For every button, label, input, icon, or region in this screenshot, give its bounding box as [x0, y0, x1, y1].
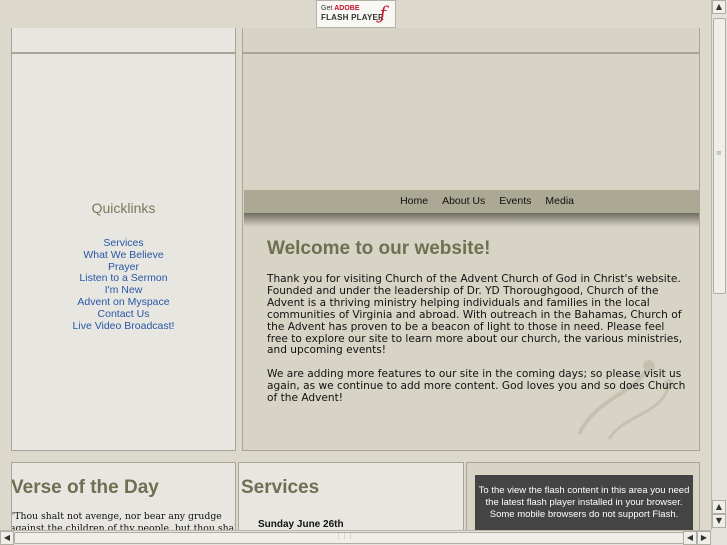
- vertical-scroll-thumb[interactable]: ≡: [713, 18, 726, 294]
- horizontal-scrollbar[interactable]: ◀ ⋮⋮⋮ ◀ ▶: [0, 530, 711, 545]
- scroll-left-icon[interactable]: ◀: [0, 531, 14, 545]
- welcome-title: Welcome to our website!: [267, 238, 491, 259]
- quicklink-myspace[interactable]: Advent on Myspace: [77, 296, 169, 308]
- badge-get-text: Get: [321, 5, 333, 12]
- services-date: Sunday June 26th: [258, 519, 344, 530]
- verse-line: "Thou shalt not avenge, nor bear any gru…: [11, 511, 222, 522]
- scroll-left-small-icon[interactable]: ◀: [683, 531, 697, 545]
- flash-logo-icon: ƒ: [379, 3, 387, 24]
- nav-menu: Home About Us Events Media: [400, 195, 574, 207]
- nav-events[interactable]: Events: [499, 195, 531, 207]
- main-content-panel: Home About Us Events Media Welcome to ou…: [242, 53, 700, 451]
- quicklink-prayer[interactable]: Prayer: [108, 261, 139, 273]
- quicklink-listen-sermon[interactable]: Listen to a Sermon: [79, 272, 167, 284]
- grip-icon: ≡: [716, 149, 722, 157]
- scroll-up-small-icon[interactable]: ▲: [712, 500, 726, 514]
- badge-adobe-text: ADOBE: [334, 5, 360, 12]
- nav-home[interactable]: Home: [400, 195, 428, 207]
- navbar-shadow: [244, 213, 699, 227]
- nav-media[interactable]: Media: [545, 195, 574, 207]
- welcome-paragraph: We are adding more features to our site …: [267, 368, 686, 405]
- quicklink-live-video[interactable]: Live Video Broadcast!: [73, 320, 175, 332]
- quicklinks-list: Services What We Believe Prayer Listen t…: [12, 237, 235, 332]
- quicklink-what-we-believe[interactable]: What We Believe: [83, 249, 163, 261]
- header-left-strip: [11, 28, 236, 53]
- services-title: Services: [241, 477, 320, 498]
- main-navbar: Home About Us Events Media: [244, 190, 699, 213]
- quicklinks-panel: Quicklinks Services What We Believe Pray…: [11, 53, 236, 451]
- scroll-right-icon[interactable]: ▶: [697, 531, 711, 545]
- quicklink-services[interactable]: Services: [103, 237, 143, 249]
- get-flash-player-badge[interactable]: Get ADOBE FLASH PLAYER ƒ: [316, 0, 396, 28]
- scroll-up-icon[interactable]: ▲: [712, 0, 726, 14]
- quicklinks-title: Quicklinks: [91, 200, 156, 216]
- horizontal-scroll-thumb[interactable]: ⋮⋮⋮: [14, 532, 684, 544]
- scrollbar-corner: [711, 530, 727, 545]
- quicklink-contact-us[interactable]: Contact Us: [98, 308, 150, 320]
- welcome-body: Thank you for visiting Church of the Adv…: [267, 273, 687, 417]
- verse-title: Verse of the Day: [11, 477, 159, 498]
- welcome-paragraph: Thank you for visiting Church of the Adv…: [267, 273, 683, 357]
- nav-about-us[interactable]: About Us: [442, 195, 485, 207]
- scroll-down-icon[interactable]: ▼: [712, 514, 726, 528]
- vertical-scrollbar[interactable]: ▲ ≡ ▲ ▼: [711, 0, 727, 530]
- grip-icon: ⋮⋮⋮: [335, 532, 354, 540]
- quicklink-im-new[interactable]: I'm New: [105, 284, 143, 296]
- header-right-strip: [242, 28, 700, 53]
